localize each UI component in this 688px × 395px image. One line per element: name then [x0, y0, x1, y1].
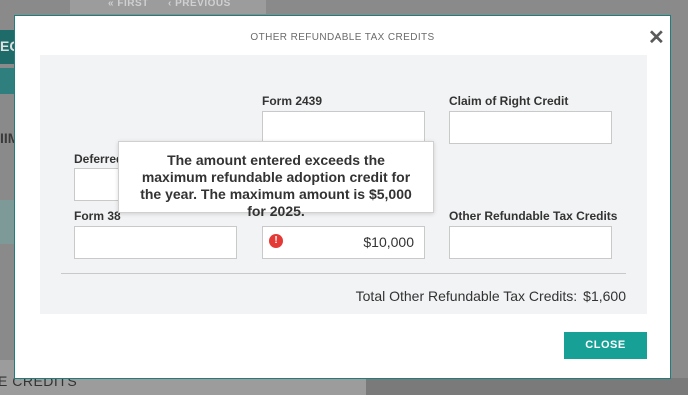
background-sidebar-check [0, 68, 14, 94]
background-sidebar-block-2 [0, 200, 14, 244]
form-2439-label: Form 2439 [262, 94, 323, 108]
adoption-credit-input[interactable]: $10,000 [262, 226, 425, 259]
tax-credits-modal: OTHER REFUNDABLE TAX CREDITS ✕ Form 2439… [14, 15, 671, 379]
nav-first-link: « FIRST [108, 0, 149, 9]
total-credits: Total Other Refundable Tax Credits: $1,60… [356, 288, 626, 304]
other-refundable-input[interactable] [449, 226, 612, 259]
claim-of-right-input[interactable] [449, 111, 612, 144]
error-icon: ! [269, 234, 283, 248]
total-value: $1,600 [583, 288, 626, 304]
form-2439-input[interactable] [262, 111, 425, 144]
close-icon[interactable]: ✕ [648, 28, 665, 48]
nav-previous-link: ‹ PREVIOUS [168, 0, 231, 9]
modal-title: OTHER REFUNDABLE TAX CREDITS [250, 32, 435, 43]
form-38-label: Form 38 [74, 209, 121, 223]
error-tooltip: The amount entered exceeds the maximum r… [118, 141, 434, 219]
total-label: Total Other Refundable Tax Credits: [355, 288, 578, 304]
close-button[interactable]: CLOSE [564, 332, 647, 359]
form-38-input[interactable] [74, 226, 237, 259]
claim-of-right-label: Claim of Right Credit [449, 94, 569, 108]
background-pagination: « FIRST ‹ PREVIOUS [70, 0, 266, 14]
other-refundable-label: Other Refundable Tax Credits [449, 209, 618, 223]
background-area [366, 378, 688, 395]
divider [61, 273, 626, 274]
